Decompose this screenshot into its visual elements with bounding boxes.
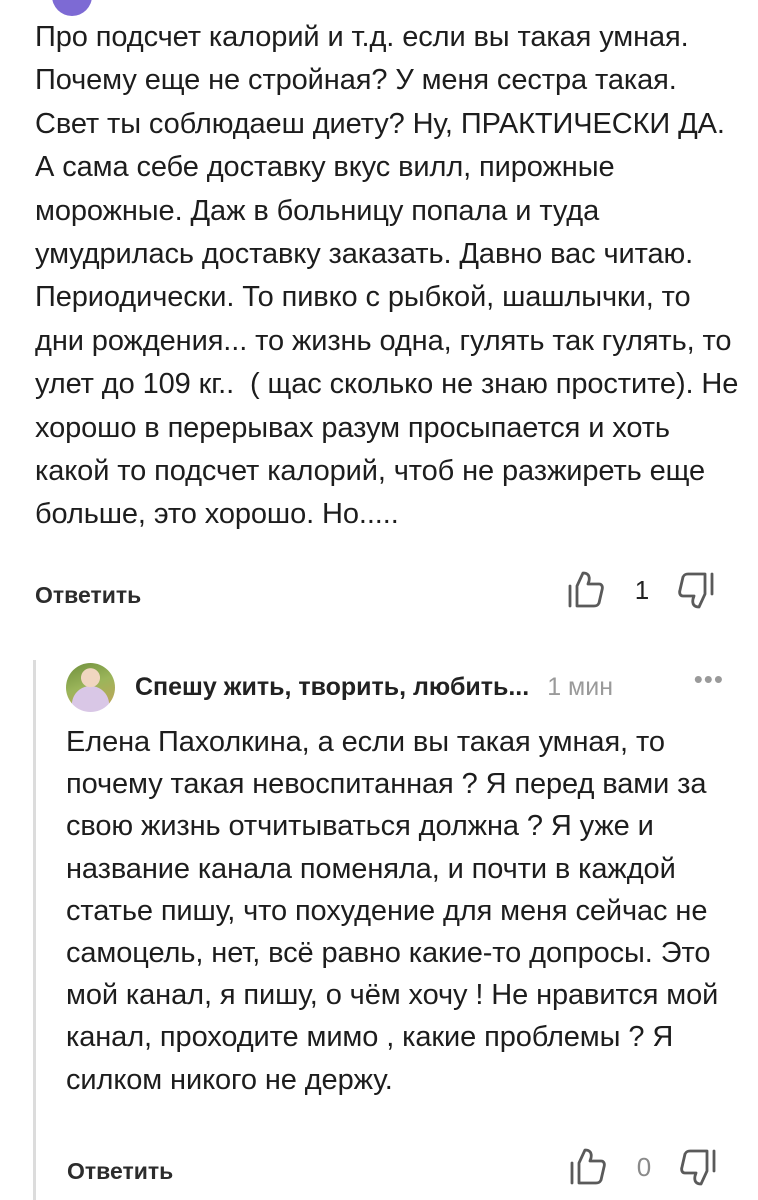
reply-button[interactable]: Ответить xyxy=(67,1158,173,1185)
comment-text: Про подсчет калорий и т.д. если вы такая… xyxy=(35,21,747,531)
thumbs-up-icon[interactable] xyxy=(568,1147,608,1187)
author-name[interactable]: Спешу жить, творить, любить... xyxy=(135,673,529,702)
reply-rating: 0 xyxy=(568,1147,718,1187)
reply-header: Спешу жить, творить, любить... 1 мин ••• xyxy=(66,662,736,712)
comments-page: Про подсчет калорий и т.д. если вы такая… xyxy=(0,0,758,1200)
thread-line xyxy=(33,660,36,1200)
comment-rating: 1 xyxy=(566,570,716,610)
more-dots-icon[interactable]: ••• xyxy=(694,664,724,695)
avatar[interactable] xyxy=(66,662,115,712)
thumbs-down-icon[interactable] xyxy=(678,1147,718,1187)
like-count: 1 xyxy=(634,574,650,605)
timestamp: 1 мин xyxy=(547,672,614,701)
like-count: 0 xyxy=(636,1151,652,1182)
reply-button[interactable]: Ответить xyxy=(35,582,141,609)
avatar[interactable] xyxy=(52,0,92,16)
thumbs-down-icon[interactable] xyxy=(676,570,716,610)
thumbs-up-icon[interactable] xyxy=(566,570,606,610)
reply-text: Елена Пахолкина, а если вы такая умная, … xyxy=(66,726,727,1096)
